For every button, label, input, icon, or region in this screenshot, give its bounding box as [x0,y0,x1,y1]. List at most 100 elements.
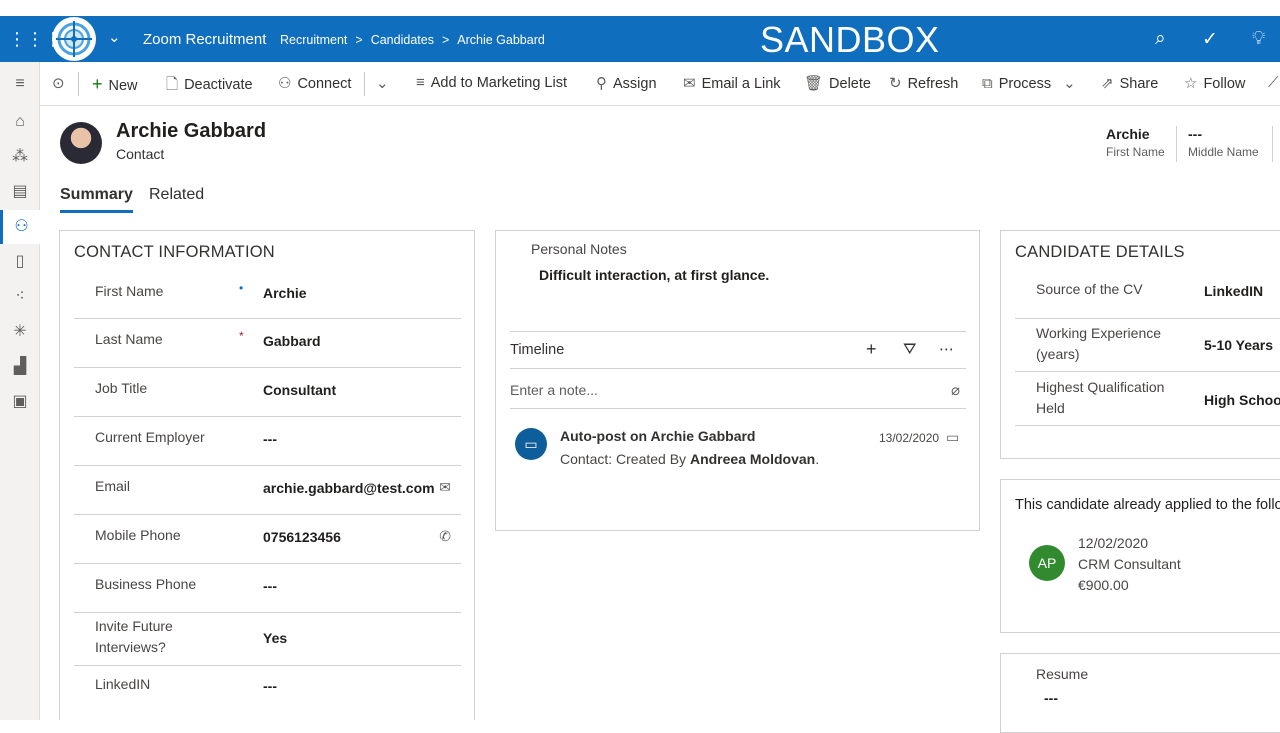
field-source-of-cv[interactable]: Source of the CV LinkedIN [1015,271,1280,319]
field-business-phone[interactable]: Business Phone --- [74,564,461,613]
field-value[interactable]: 5-10 Years [1204,337,1273,353]
field-highest-qualification[interactable]: Highest Qualification Held High School [1015,372,1280,426]
field-job-title[interactable]: Job Title Consultant [74,368,461,417]
app-name[interactable]: Zoom Recruitment [143,31,266,48]
back-icon[interactable]: ⊙ [52,74,71,92]
field-current-employer[interactable]: Current Employer --- [74,417,461,466]
header-field-middle-name[interactable]: --- Middle Name [1188,126,1259,159]
follow-button[interactable]: ☆ Follow [1184,74,1245,92]
phone-icon[interactable]: ✆ [439,528,451,545]
delete-button[interactable]: 🗑︎ Delete [804,74,871,92]
attachment-icon[interactable]: ⌀ [951,381,960,399]
search-icon[interactable]: ⌕ [1155,28,1166,50]
post-author[interactable]: Andreea Moldovan [690,451,815,467]
menu-toggle-icon[interactable]: ≡ [0,67,40,101]
field-label: Mobile Phone [95,527,181,543]
field-working-experience[interactable]: Working Experience (years) 5-10 Years [1015,319,1280,372]
post-type-icon: ▭ [946,429,960,445]
process-dropdown-chevron-icon[interactable]: ⌄ [1063,75,1076,92]
lightbulb-icon[interactable]: 💡︎ [1252,28,1265,50]
breadcrumb-separator: > [441,33,450,47]
crosshair-logo-icon [55,20,93,58]
field-value[interactable]: --- [263,578,277,594]
email-a-link-button[interactable]: ✉ Email a Link [683,74,781,92]
field-label: Email [95,478,131,494]
personal-notes-value[interactable]: Difficult interaction, at first glance. [539,267,769,283]
field-label: Job Title [95,380,148,396]
send-email-icon[interactable]: ✉ [439,479,451,496]
field-value[interactable]: 0756123456 [263,529,341,545]
tab-summary[interactable]: Summary [60,186,133,213]
field-value[interactable]: High School [1204,392,1280,408]
task-check-icon[interactable]: ✓ [1202,28,1218,51]
field-value[interactable]: Consultant [263,382,336,398]
add-icon[interactable]: + [866,339,877,360]
field-linkedin[interactable]: LinkedIN --- [74,666,461,715]
post-subtitle-suffix: . [815,451,820,467]
app-switcher-chevron-icon[interactable]: ⌄ [108,28,121,46]
command-bar: ⊙ + New 🗋︎ Deactivate ⚇ Connect ⌄ ≡ Add to M… [40,62,1280,106]
avatar [60,122,102,164]
refresh-button[interactable]: ↻ Refresh [889,74,958,92]
new-button[interactable]: + New [92,74,138,95]
timeline-header: Timeline + ⛛ ⋯ [510,331,966,369]
more-options-icon[interactable]: ⋯ [939,340,954,358]
people-icon[interactable]: ⁖ [0,280,40,314]
header-field-label: Middle Name [1188,145,1259,159]
application-amount: €900.00 [1078,577,1129,593]
breadcrumb-candidates[interactable]: Candidates [371,33,434,47]
divider [78,72,79,96]
clipboard-icon[interactable]: ▤ [0,175,40,209]
field-mobile-phone[interactable]: Mobile Phone 0756123456 ✆ [74,515,461,564]
field-email[interactable]: Email archie.gabbard@test.com ✉ [74,466,461,515]
process-button[interactable]: ⧉ Process ⌄ [982,74,1082,92]
deactivate-button[interactable]: 🗋︎ Deactivate [166,74,253,99]
chat-icon[interactable]: ▣ [0,385,40,419]
personal-notes-label: Personal Notes [531,241,627,257]
network-icon[interactable]: ✳ [0,315,40,349]
resume-value[interactable]: --- [1044,690,1058,706]
field-value[interactable]: Yes [263,630,287,646]
required-indicator: * [239,329,244,343]
connect-dropdown-chevron-icon[interactable]: ⌄ [376,74,395,92]
field-value[interactable]: Gabbard [263,333,321,349]
notes-timeline-section: Personal Notes Difficult interaction, at… [495,230,980,531]
app-launcher-icon[interactable]: ⋮⋮⋮ [8,29,62,49]
assign-button[interactable]: ⚲ Assign [596,74,657,92]
post-title[interactable]: Auto-post on Archie Gabbard [560,428,755,444]
breadcrumb-recruitment[interactable]: Recruitment [280,33,347,47]
header-field-first-name[interactable]: Archie First Name [1106,126,1165,159]
field-value[interactable]: Archie [263,285,307,301]
pinned-icon[interactable]: ⁂ [0,140,40,174]
chart-icon[interactable]: ▟ [0,350,40,384]
overflow-icon[interactable]: ⟋ [1268,74,1280,91]
section-title: CANDIDATE DETAILS [1015,243,1185,261]
application-position[interactable]: CRM Consultant [1078,556,1181,572]
share-button[interactable]: ⇗ Share [1101,74,1158,92]
field-value[interactable]: --- [263,431,277,447]
section-title: CONTACT INFORMATION [74,243,275,261]
tab-related[interactable]: Related [149,186,204,204]
field-invite-future-interviews[interactable]: Invite Future Interviews? Yes [74,613,461,666]
field-label: Business Phone [95,576,197,592]
document-icon[interactable]: ▯ [0,245,40,279]
divider [364,72,365,96]
record-title: Archie Gabbard [116,120,267,142]
add-to-marketing-list-button[interactable]: ≡ Add to Marketing List [416,74,567,91]
filter-icon[interactable]: ⛛ [903,341,916,359]
field-value[interactable]: archie.gabbard@test.com [263,480,435,496]
home-icon[interactable]: ⌂ [0,105,40,139]
field-last-name[interactable]: Last Name * Gabbard [74,319,461,368]
applications-title: This candidate already applied to the fo… [1015,497,1280,513]
connect-button[interactable]: ⚇ Connect [278,74,351,92]
field-value[interactable]: LinkedIN [1204,283,1263,299]
environment-label: SANDBOX [760,19,940,60]
field-label: Highest Qualification Held [1036,379,1165,416]
resume-label: Resume [1036,666,1089,682]
field-value[interactable]: --- [263,678,277,694]
divider [1176,126,1177,162]
field-first-name[interactable]: First Name • Archie [74,271,461,319]
application-date: 12/02/2020 [1078,535,1149,551]
contacts-icon[interactable]: ⚇ [0,210,40,244]
timeline-note-input[interactable] [510,377,930,403]
